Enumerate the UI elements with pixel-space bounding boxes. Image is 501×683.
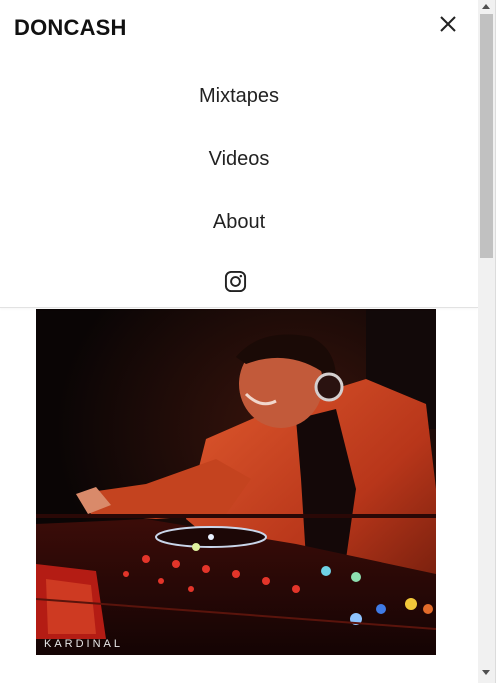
brand-logo[interactable]: DONCASH	[14, 15, 127, 41]
nav-item-videos[interactable]: Videos	[0, 148, 478, 171]
close-icon	[440, 16, 456, 32]
page-viewport: DONCASH Mixtapes Videos About KARDINAL	[0, 0, 478, 683]
instagram-link[interactable]	[224, 270, 247, 293]
nav-item-about[interactable]: About	[0, 211, 478, 234]
mobile-menu-panel: DONCASH Mixtapes Videos About	[0, 0, 478, 308]
window-edge	[495, 0, 501, 683]
close-menu-button[interactable]	[436, 12, 460, 36]
scroll-down-arrow-icon[interactable]	[482, 670, 490, 675]
dj-photo: KARDINAL	[36, 309, 436, 655]
nav-item-mixtapes[interactable]: Mixtapes	[0, 85, 478, 108]
instagram-icon	[224, 270, 247, 293]
photo-caption: KARDINAL	[44, 638, 124, 650]
scroll-up-arrow-icon[interactable]	[482, 4, 490, 9]
scrollbar-thumb[interactable]	[480, 14, 493, 258]
vertical-scrollbar[interactable]	[478, 0, 495, 683]
